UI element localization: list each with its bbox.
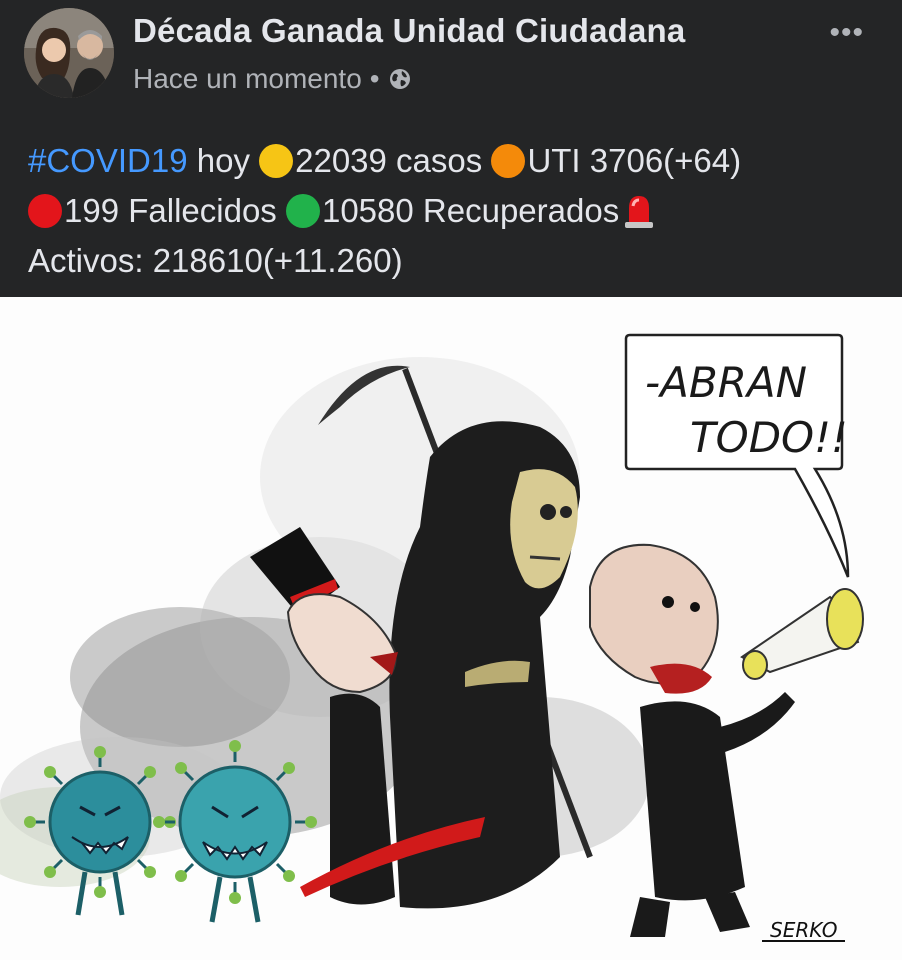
speech-bubble: -ABRAN TODO!! — [624, 333, 850, 578]
author-name[interactable]: Década Ganada Unidad Ciudadana — [133, 12, 685, 50]
post-image[interactable]: -ABRAN TODO!! SERKO — [0, 297, 902, 960]
post-header: Década Ganada Unidad Ciudadana Hace un m… — [0, 0, 902, 110]
artist-signature: SERKO — [770, 918, 838, 942]
text-deaths: 199 Fallecidos — [64, 192, 286, 229]
text-hoy: hoy — [187, 142, 260, 179]
more-options-icon[interactable]: ••• — [829, 18, 864, 48]
timestamp[interactable]: Hace un momento — [133, 63, 362, 95]
avatar[interactable] — [24, 8, 114, 98]
meta-separator: • — [369, 63, 380, 94]
post-text-line-3: Activos: 218610(+11.260) — [28, 242, 403, 279]
orange-circle-icon — [491, 144, 526, 178]
speech-line-2: TODO!! — [690, 413, 848, 462]
siren-icon — [625, 196, 654, 228]
red-circle-icon — [28, 194, 62, 228]
post-text-line-2: 199 Fallecidos 10580 Recuperados — [28, 186, 888, 236]
yellow-circle-icon — [259, 144, 294, 178]
text-uti: UTI 3706(+64) — [527, 142, 742, 179]
post-text-line-1: #COVID19 hoy 22039 casos UTI 3706(+64) — [28, 136, 888, 186]
globe-icon — [389, 69, 410, 89]
post-meta: Hace un momento • — [133, 63, 412, 95]
speech-line-1: -ABRAN — [645, 358, 807, 407]
text-recovered: 10580 Recuperados — [321, 192, 620, 229]
green-circle-icon — [285, 194, 320, 228]
avatar-image — [24, 8, 114, 98]
hashtag-link[interactable]: #COVID19 — [28, 142, 188, 179]
post-text: #COVID19 hoy 22039 casos UTI 3706(+64) 1… — [28, 136, 888, 286]
cartoon-illustration: -ABRAN TODO!! SERKO — [0, 333, 864, 942]
text-cases: 22039 casos — [295, 142, 492, 179]
